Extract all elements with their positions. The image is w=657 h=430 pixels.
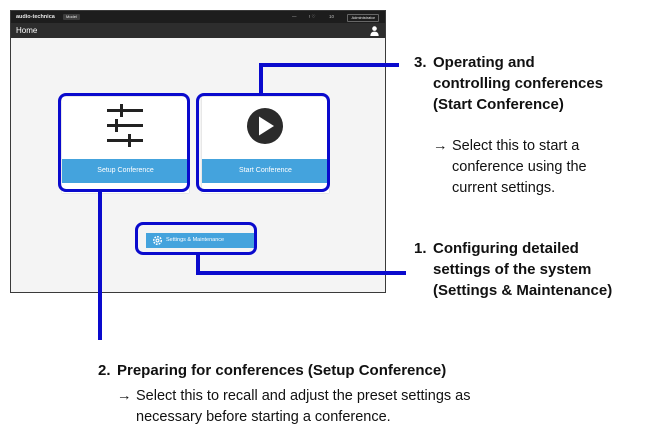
callout1-number: 1. <box>414 240 427 257</box>
start-highlight <box>196 93 330 192</box>
callout2-desc-line2: necessary before starting a conference. <box>136 409 391 425</box>
user-icon[interactable] <box>370 26 379 36</box>
callout2-desc-line1: Select this to recall and adjust the pre… <box>136 388 471 404</box>
model-badge: Model <box>63 14 80 20</box>
setup-highlight <box>58 93 190 192</box>
settings-highlight <box>135 222 257 255</box>
page-title: Home <box>16 26 38 35</box>
callout3-desc-line2: conference using the <box>452 159 587 175</box>
callout-setup-conference: 2. Preparing for conferences (Setup Conf… <box>98 360 518 382</box>
callout1-heading-line1: Configuring detailed <box>433 240 579 257</box>
callout2-line-vertical <box>98 191 102 340</box>
status-indicator-3: 10 <box>329 14 335 19</box>
callout2-description: → Select this to recall and adjust the p… <box>117 386 597 430</box>
callout3-heading-line3: (Start Conference) <box>433 96 564 113</box>
callout-settings-maintenance: 1. Configuring detailed settings of the … <box>414 238 657 308</box>
callout2-number: 2. <box>98 362 111 379</box>
brand-logo: audio-technica <box>16 14 55 20</box>
callout3-line-vertical <box>259 63 263 94</box>
callout3-heading-line2: controlling conferences <box>433 75 604 92</box>
arrow-right-icon: → <box>117 388 132 404</box>
callout3-line-horizontal <box>259 63 399 67</box>
arrow-right-icon: → <box>433 138 448 154</box>
callout1-heading-line3: (Settings & Maintenance) <box>433 282 613 299</box>
page-header: Home <box>11 23 385 38</box>
status-indicator-2: ! ♡ <box>309 14 316 19</box>
top-status-bar: audio-technica Model — ! ♡ 10 Administra… <box>11 11 385 23</box>
callout3-heading-line1: Operating and <box>433 54 535 71</box>
callout3-desc-line1: Select this to start a <box>452 138 580 154</box>
callout3-desc-line3: current settings. <box>452 180 556 196</box>
callout3-number: 3. <box>414 54 427 71</box>
callout3-description: → Select this to start a conference usin… <box>433 136 655 206</box>
callout1-heading-line2: settings of the system <box>433 261 592 278</box>
callout1-line-horizontal <box>196 271 406 275</box>
callout2-heading: Preparing for conferences (Setup Confere… <box>117 362 447 379</box>
user-menu-button[interactable]: Administrator <box>347 14 379 22</box>
status-indicator-1: — <box>292 14 297 19</box>
